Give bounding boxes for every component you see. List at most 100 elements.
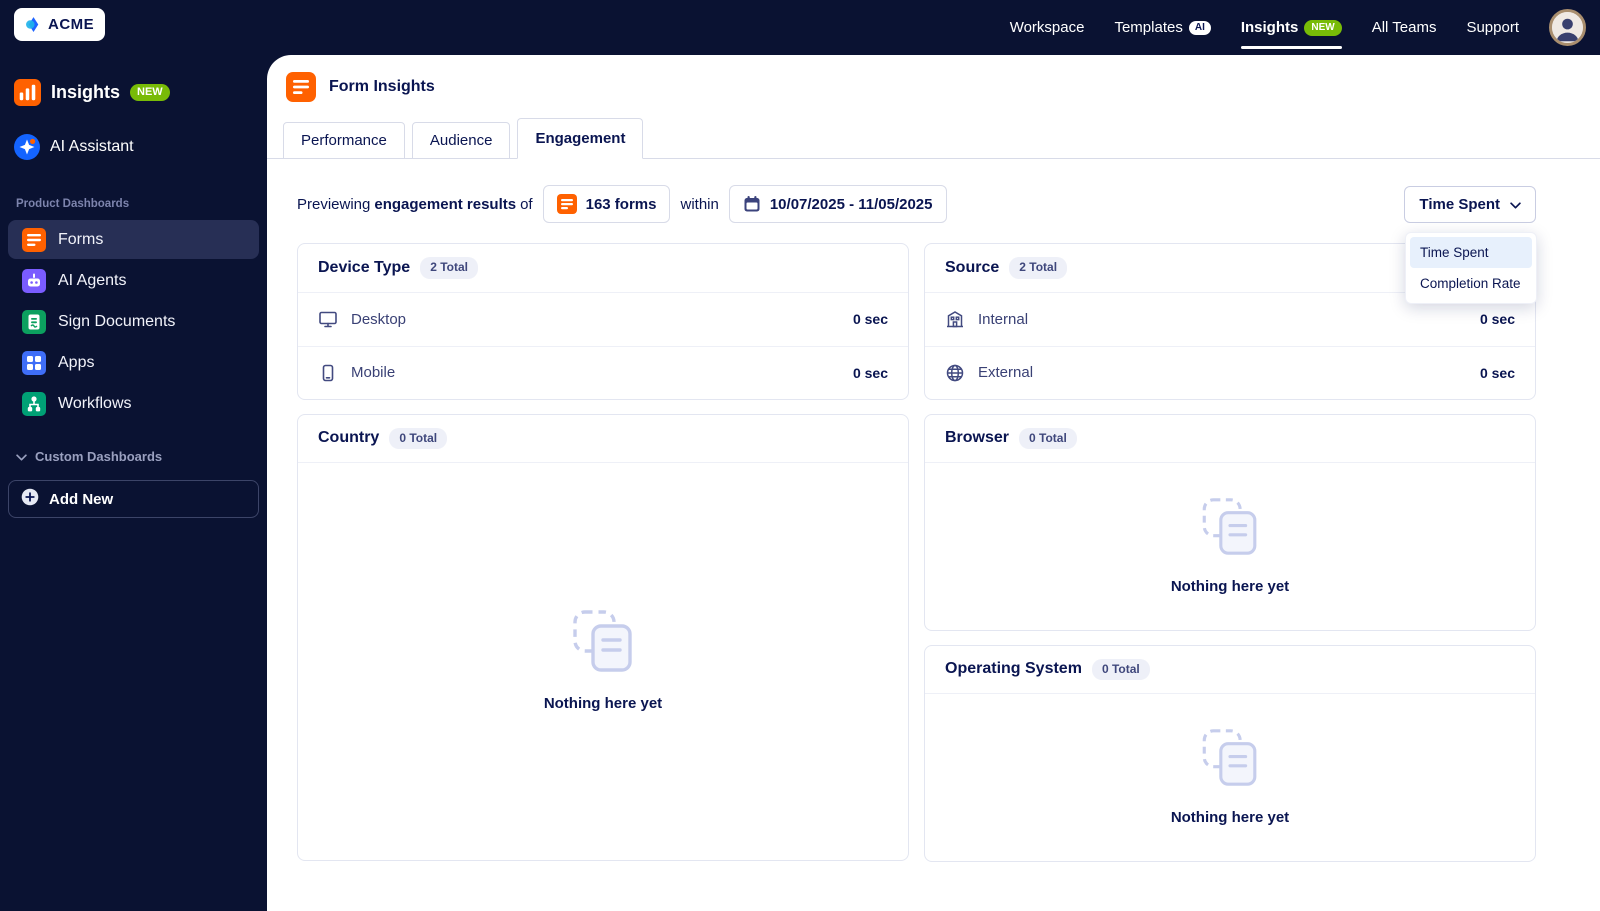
building-icon [945, 309, 965, 329]
device-type-card: Device Type 2 Total Desktop 0 sec Mobile… [297, 243, 909, 400]
tabs: Performance Audience Engagement [267, 118, 1600, 159]
sidebar-custom-dashboards-label: Custom Dashboards [35, 449, 163, 464]
forms-count-label: 163 forms [585, 195, 657, 213]
ai-assistant-icon [14, 134, 40, 160]
top-navigation: Workspace Templates AI Insights NEW All … [1010, 0, 1586, 55]
globe-icon [945, 363, 965, 383]
acme-logo[interactable]: ACME [14, 8, 106, 41]
metric-dropdown: Time Spent Time Spent Completion Rate [1404, 185, 1537, 304]
chevron-down-icon [1510, 196, 1521, 213]
cards-right-column: Source 2 Total Internal 0 sec External 0… [924, 243, 1536, 862]
card-title: Country [318, 429, 380, 447]
person-icon [1552, 12, 1583, 43]
cards-grid: Device Type 2 Total Desktop 0 sec Mobile… [297, 243, 1536, 862]
sidebar-custom-dashboards-toggle[interactable]: Custom Dashboards [16, 449, 267, 464]
forms-count-chip[interactable]: 163 forms [542, 185, 671, 223]
sidebar-insights-label: Insights [51, 82, 121, 102]
filter-sentence: Previewing engagement results of [297, 195, 533, 213]
sidebar-new-badge: NEW [130, 84, 170, 101]
cards-left-column: Device Type 2 Total Desktop 0 sec Mobile… [297, 243, 909, 862]
nav-workspace[interactable]: Workspace [1010, 0, 1085, 55]
nav-insights[interactable]: Insights NEW [1240, 0, 1342, 55]
ai-badge: AI [1188, 20, 1211, 35]
operating-system-card: Operating System 0 Total Nothing here ye… [924, 644, 1536, 862]
sidebar-item-label: Workflows [58, 394, 132, 412]
empty-state-text: Nothing here yet [1170, 577, 1290, 595]
plus-circle-icon [21, 488, 39, 510]
count-badge: 0 Total [1019, 427, 1077, 450]
metric-dropdown-value: Time Spent [1419, 195, 1500, 213]
sidebar-item-sign-documents[interactable]: Sign Documents [8, 302, 259, 341]
sidebar-item-forms[interactable]: Forms [8, 220, 259, 259]
metric-row-mobile: Mobile 0 sec [298, 345, 908, 399]
dropdown-option-completion-rate[interactable]: Completion Rate [1410, 268, 1532, 299]
card-title: Source [945, 258, 1000, 276]
forms-icon [22, 227, 46, 252]
sidebar-item-label: Sign Documents [58, 312, 176, 330]
count-badge: 0 Total [1091, 658, 1150, 681]
date-range-label: 10/07/2025 - 11/05/2025 [769, 195, 933, 213]
empty-state: Nothing here yet [925, 463, 1535, 629]
tab-performance[interactable]: Performance [283, 122, 405, 159]
card-header: Country 0 Total [298, 415, 908, 464]
insights-icon [14, 79, 41, 106]
calendar-icon [743, 195, 761, 213]
sidebar-item-workflows[interactable]: Workflows [8, 384, 259, 423]
sidebar-item-label: Apps [58, 353, 95, 371]
empty-state: Nothing here yet [298, 463, 908, 859]
date-range-chip[interactable]: 10/07/2025 - 11/05/2025 [728, 185, 947, 223]
count-badge: 2 Total [420, 257, 478, 279]
country-card: Country 0 Total Nothing here yet [297, 413, 909, 861]
page-title: Form Insights [329, 78, 435, 95]
acme-logo-text: ACME [48, 16, 95, 33]
sidebar-product-list: Forms AI Agents Sign Documents Apps Work… [8, 220, 259, 423]
ai-agents-icon [22, 268, 46, 293]
apps-icon [22, 350, 46, 375]
acme-logo-icon [25, 16, 42, 33]
user-avatar[interactable] [1549, 9, 1586, 46]
metric-row-external: External 0 sec [925, 345, 1535, 399]
metric-dropdown-menu: Time Spent Completion Rate [1405, 231, 1537, 304]
empty-state: Nothing here yet [925, 694, 1535, 860]
card-title: Device Type [318, 258, 411, 276]
within-label: within [680, 195, 719, 213]
count-badge: 2 Total [1009, 257, 1068, 279]
dropdown-option-time-spent[interactable]: Time Spent [1410, 236, 1532, 268]
active-nav-underline [1240, 46, 1342, 49]
sidebar-item-label: AI Agents [58, 271, 127, 289]
add-new-button[interactable]: Add New [8, 480, 259, 518]
nav-support[interactable]: Support [1466, 0, 1519, 55]
sidebar-ai-assistant-label: AI Assistant [50, 138, 134, 155]
sidebar-section-label: Product Dashboards [16, 198, 130, 210]
nav-templates[interactable]: Templates AI [1114, 0, 1211, 55]
nav-all-teams[interactable]: All Teams [1372, 0, 1437, 55]
sign-documents-icon [22, 309, 46, 334]
empty-state-text: Nothing here yet [1170, 808, 1290, 826]
new-badge: NEW [1304, 19, 1342, 36]
desktop-icon [318, 309, 338, 329]
sidebar-insights-header[interactable]: Insights NEW [14, 79, 267, 106]
sidebar-item-ai-agents[interactable]: AI Agents [8, 261, 259, 300]
sidebar-item-ai-assistant[interactable]: AI Assistant [14, 134, 267, 160]
count-badge: 0 Total [389, 427, 448, 450]
card-header: Operating System 0 Total [925, 646, 1535, 695]
workflows-icon [22, 391, 46, 416]
tab-audience[interactable]: Audience [411, 122, 511, 159]
metric-dropdown-button[interactable]: Time Spent [1404, 185, 1536, 223]
page-header: Form Insights [267, 55, 1600, 102]
browser-card: Browser 0 Total Nothing here yet [924, 413, 1536, 631]
empty-state-icon [1196, 498, 1264, 560]
card-header: Browser 0 Total [925, 415, 1535, 464]
card-title: Operating System [945, 660, 1082, 678]
chevron-down-icon [16, 449, 27, 464]
topbar: ACME Workspace Templates AI Insights NEW… [0, 0, 1600, 55]
card-header: Device Type 2 Total [298, 244, 908, 293]
metric-row-desktop: Desktop 0 sec [298, 293, 908, 346]
mobile-icon [318, 363, 338, 383]
main-panel: Form Insights Performance Audience Engag… [267, 55, 1600, 911]
sidebar-item-apps[interactable]: Apps [8, 343, 259, 382]
filter-bar: Previewing engagement results of 163 for… [297, 185, 1537, 304]
tab-engagement[interactable]: Engagement [517, 118, 644, 159]
empty-state-text: Nothing here yet [543, 695, 663, 713]
empty-state-icon [566, 610, 640, 677]
